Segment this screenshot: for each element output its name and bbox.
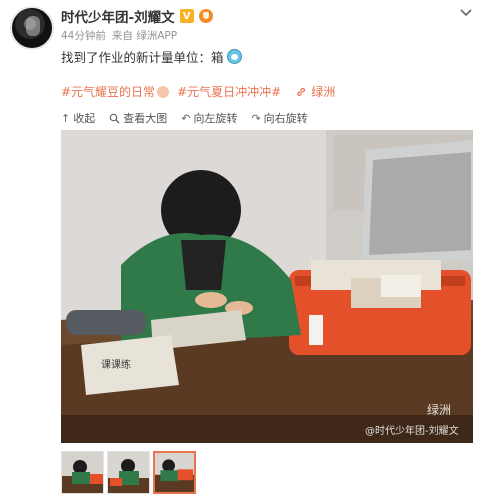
topic-tag-2[interactable]: #元气夏日冲冲冲# (177, 83, 281, 100)
paper-text: 课课练 (101, 358, 131, 371)
watermark-logo: 绿洲 (427, 402, 451, 417)
thumbnail-3[interactable] (153, 451, 196, 494)
watermark-text: @时代少年团-刘耀文 (365, 424, 459, 437)
thumbnail-2[interactable] (107, 451, 150, 494)
photo-image: 课课练 绿洲 @时代少年团-刘耀文 (61, 130, 473, 443)
post-text-content: 找到了作业的新计量单位：箱 (61, 50, 224, 65)
rotate-left-label: 向左旋转 (193, 112, 238, 125)
rotate-left-icon: ↶ (181, 111, 191, 125)
view-large-label: 查看大图 (123, 112, 168, 125)
view-large-button[interactable]: 查看大图 (109, 110, 167, 126)
topic-tag-1[interactable]: #元气耀豆的日常 (61, 83, 170, 100)
topic-tag-1-label: #元气耀豆的日常 (61, 85, 156, 99)
post-photo[interactable]: 课课练 绿洲 @时代少年团-刘耀文 (61, 130, 473, 443)
post-source[interactable]: 来自 绿洲APP (112, 28, 177, 43)
rotate-left-button[interactable]: ↶ 向左旋转 (181, 110, 237, 126)
post-meta: 44分钟前 来自 绿洲APP (61, 28, 177, 43)
image-toolbar: ↑ 收起 查看大图 ↶ 向左旋转 ↷ 向右旋转 (61, 110, 308, 126)
collapse-label: 收起 (73, 112, 96, 125)
post-time[interactable]: 44分钟前 (61, 28, 106, 43)
rotate-right-icon: ↷ (251, 111, 261, 125)
search-icon (109, 113, 120, 123)
emoji-icon (157, 85, 170, 98)
rotate-right-label: 向右旋转 (263, 112, 308, 125)
location-label: 绿洲 (311, 85, 336, 99)
emoji-icon (226, 49, 242, 64)
thumbnail-image (108, 452, 149, 493)
tags-row: #元气耀豆的日常 #元气夏日冲冲冲# 绿洲 (61, 83, 335, 100)
chevron-down-icon[interactable] (459, 5, 473, 19)
vip-badge[interactable]: V (179, 9, 194, 23)
arrow-up-icon: ↑ (61, 111, 71, 125)
level-badge-icon[interactable] (198, 9, 213, 23)
topic-tag-2-label: #元气夏日冲冲冲# (177, 85, 282, 99)
rotate-right-button[interactable]: ↷ 向右旋转 (251, 110, 307, 126)
name-row: 时代少年团-刘耀文 V (61, 6, 213, 26)
link-icon (297, 87, 306, 96)
username[interactable]: 时代少年团-刘耀文 (61, 6, 175, 26)
thumbnail-image (155, 453, 194, 492)
location-link[interactable]: 绿洲 (295, 83, 335, 100)
thumbnail-image (62, 452, 103, 493)
thumbnail-1[interactable] (61, 451, 104, 494)
collapse-button[interactable]: ↑ 收起 (61, 110, 95, 126)
weibo-post: 时代少年团-刘耀文 V 44分钟前 来自 绿洲APP 找到了作业的新计量单位：箱… (0, 0, 483, 500)
thumbnail-strip (61, 451, 196, 494)
avatar[interactable] (10, 6, 54, 50)
post-text: 找到了作业的新计量单位：箱 (61, 47, 242, 66)
